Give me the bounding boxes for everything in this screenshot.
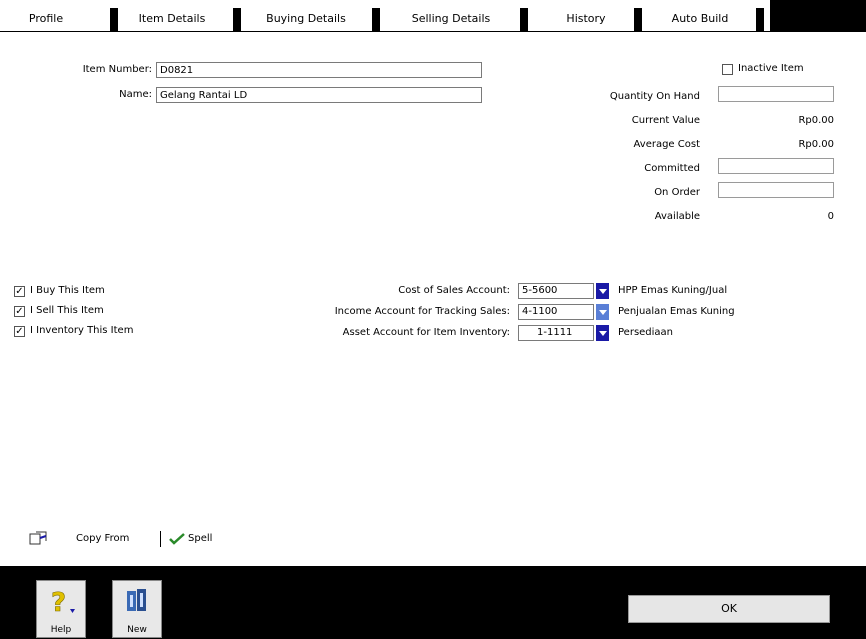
asset-account-name: Persediaan: [618, 327, 674, 338]
tab-separator: [756, 8, 764, 32]
tab-separator: [372, 8, 380, 32]
item-number-label: Item Number:: [82, 64, 152, 75]
committed-label: Committed: [644, 163, 700, 174]
tab-auto-build[interactable]: Auto Build: [650, 10, 750, 28]
inventory-label: I Inventory This Item: [30, 325, 134, 336]
asset-account-code: 1-1111: [537, 327, 573, 338]
new-label: New: [127, 625, 147, 635]
sell-label: I Sell This Item: [30, 305, 104, 316]
committed-field: [718, 158, 834, 174]
svg-text:?: ?: [51, 588, 66, 617]
available-label: Available: [654, 211, 700, 222]
tab-bar: Profile Item Details Buying Details Sell…: [0, 0, 866, 32]
buy-label: I Buy This Item: [30, 285, 105, 296]
tab-bar-filler: [770, 0, 866, 32]
quantity-on-hand-label: Quantity On Hand: [609, 91, 700, 102]
tab-separator: [110, 8, 118, 32]
asset-account-field[interactable]: 1-1111: [518, 325, 594, 341]
new-button[interactable]: New: [112, 580, 162, 638]
ok-button[interactable]: OK: [628, 595, 830, 623]
name-label: Name:: [119, 89, 152, 100]
help-button[interactable]: ? Help: [36, 580, 86, 638]
copy-from-button[interactable]: Copy From: [76, 531, 129, 547]
asset-account-dropdown-icon[interactable]: [596, 325, 609, 341]
spell-check-icon[interactable]: [168, 531, 186, 547]
quantity-on-hand-field: [718, 86, 834, 102]
cogs-account-code: 5-5600: [522, 285, 558, 296]
tab-history[interactable]: History: [546, 10, 626, 28]
item-number-field[interactable]: D0821: [156, 62, 482, 78]
cogs-account-name: HPP Emas Kuning/Jual: [618, 285, 728, 296]
tab-selling-details[interactable]: Selling Details: [386, 10, 516, 28]
sell-checkbox[interactable]: ✓: [14, 306, 25, 317]
name-field[interactable]: Gelang Rantai LD: [156, 87, 482, 103]
tab-item-details[interactable]: Item Details: [124, 10, 220, 28]
income-account-name: Penjualan Emas Kuning: [618, 306, 735, 317]
inactive-item-checkbox[interactable]: [722, 64, 733, 75]
tab-profile[interactable]: Profile: [14, 10, 78, 28]
tab-separator: [634, 8, 642, 32]
income-account-field[interactable]: 4-1100: [518, 304, 594, 320]
spell-button[interactable]: Spell: [188, 531, 212, 547]
help-icon: ?: [49, 587, 77, 618]
on-order-label: On Order: [654, 187, 700, 198]
tab-separator: [520, 8, 528, 32]
average-cost-label: Average Cost: [633, 139, 700, 150]
average-cost: Rp0.00: [798, 139, 834, 150]
current-value: Rp0.00: [798, 115, 834, 126]
tab-buying-details[interactable]: Buying Details: [246, 10, 366, 28]
inventory-checkbox[interactable]: ✓: [14, 326, 25, 337]
buy-checkbox[interactable]: ✓: [14, 286, 25, 297]
cogs-account-field[interactable]: 5-5600: [518, 283, 594, 299]
cogs-account-dropdown-icon[interactable]: [596, 283, 609, 299]
copy-from-icon[interactable]: [28, 530, 50, 546]
tab-separator: [233, 8, 241, 32]
available-value: 0: [827, 211, 834, 222]
inactive-item-label: Inactive Item: [738, 63, 804, 74]
on-order-field: [718, 182, 834, 198]
asset-account-label: Asset Account for Item Inventory:: [342, 327, 510, 338]
tab-underline: [0, 31, 866, 32]
new-item-icon: [125, 587, 151, 615]
income-account-dropdown-icon[interactable]: [596, 304, 609, 320]
footer-divider: [160, 531, 161, 547]
cogs-account-label: Cost of Sales Account:: [398, 285, 510, 296]
help-label: Help: [50, 625, 72, 635]
current-value-label: Current Value: [631, 115, 700, 126]
income-account-label: Income Account for Tracking Sales:: [334, 306, 510, 317]
income-account-code: 4-1100: [522, 306, 558, 317]
